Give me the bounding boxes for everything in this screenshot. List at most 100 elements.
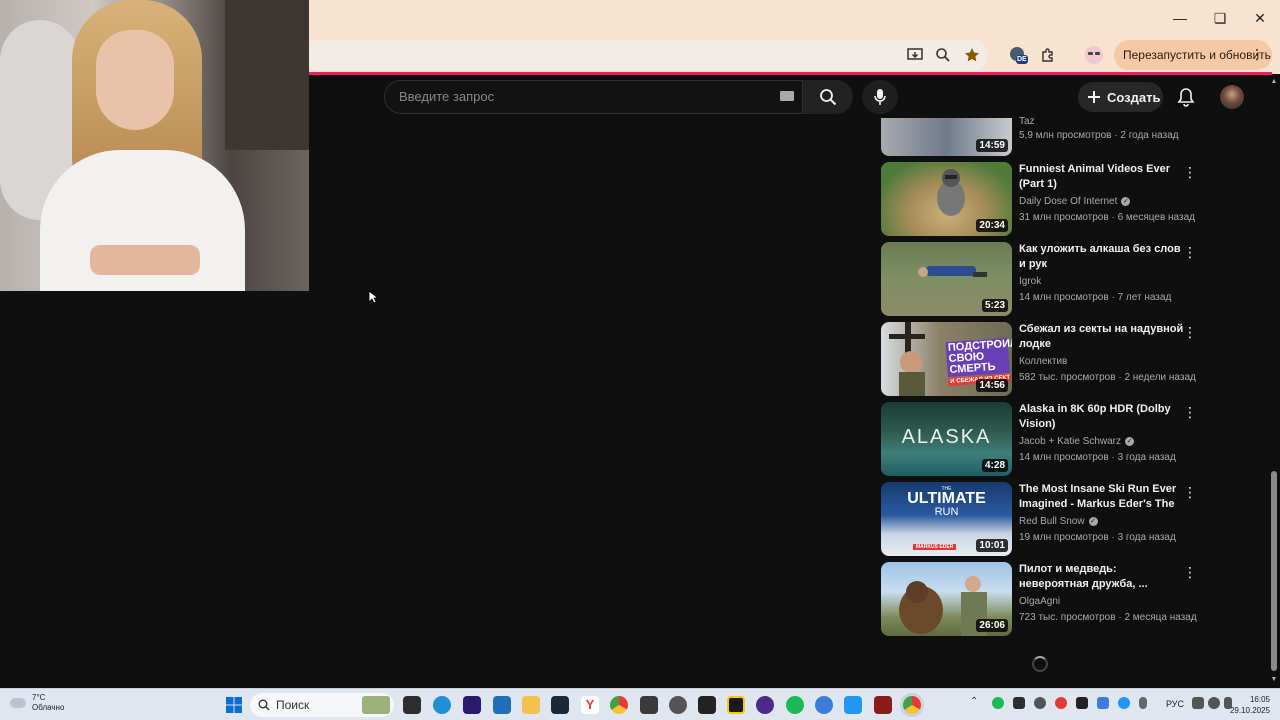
video-menu-icon[interactable]: ⋮ [1183,164,1197,180]
bookmark-star-icon[interactable] [962,45,982,65]
close-icon[interactable]: ✕ [1250,8,1270,28]
list-item[interactable]: 5:23 Как уложить алкаша без слов и рук I… [881,242,1201,318]
chrome-profile-icon[interactable] [815,696,833,714]
profile-avatar-icon[interactable] [1084,45,1104,65]
page-scrollbar[interactable]: ▲ ▼ [1268,76,1280,688]
scroll-down-icon[interactable]: ▼ [1270,676,1278,684]
video-title[interactable]: Пилот и медведь: невероятная дружба, ... [1019,562,1184,592]
editor-app-icon[interactable] [727,696,745,714]
related-videos-list: 20:34 Funniest Animal Videos Ever (Part … [881,118,1201,678]
system-clock[interactable]: 16:05 29.10.2025 [1230,694,1270,716]
video-thumbnail[interactable]: 20:34 [881,162,1012,236]
minimize-icon[interactable]: — [1170,8,1190,28]
more-menu-icon[interactable]: ⋮ [1250,46,1264,63]
language-indicator[interactable]: РУС [1166,699,1184,709]
camera-app-icon[interactable] [844,696,862,714]
list-item[interactable]: ПОДСТРОИЛ СВОЮ СМЕРТЬ И СБЕЖАЛ ИЗ СЕКТЫ … [881,322,1201,398]
video-channel[interactable]: OlgaAgni [1019,595,1060,608]
tray-chrome-icon[interactable] [1055,697,1067,709]
scroll-up-icon[interactable]: ▲ [1270,78,1278,86]
search-button[interactable] [803,80,853,114]
video-channel-row: Коллектив [1019,355,1184,368]
video-channel[interactable]: Igrok [1019,275,1041,288]
tray-overflow-icon[interactable]: ⌃ [970,696,978,707]
shield-app-icon[interactable] [640,696,658,714]
yandex-icon[interactable]: Y [581,696,599,714]
search-input[interactable]: Введите запрос [399,89,494,104]
task-view-icon[interactable] [403,696,421,714]
volume-icon[interactable] [1208,697,1220,709]
network-icon[interactable] [1192,697,1204,709]
search-icon [820,89,837,106]
tray-steam-icon[interactable] [1076,697,1088,709]
extension-vpn-icon[interactable]: DE [1008,45,1028,65]
video-thumbnail[interactable]: THE ULTIMATE RUN MARKUS EDER 10:01 [881,482,1012,556]
list-item[interactable]: ALASKA 4:28 Alaska in 8K 60p HDR (Dolby … [881,402,1201,478]
video-channel[interactable]: Jacob + Katie Schwarz [1019,435,1121,448]
windows-taskbar: 7°C Облачно Поиск Y ⌃ РУС 16:05 29.10.20… [0,688,1280,720]
video-title[interactable]: Funniest Animal Videos Ever (Part 1) [1019,162,1184,192]
video-title[interactable]: Alaska in 8K 60p HDR (Dolby Vision) [1019,402,1184,432]
capcut-icon[interactable] [698,696,716,714]
weather-temp: 7°C [32,693,46,702]
chrome-active-icon[interactable] [903,696,921,714]
search-icon [258,699,270,711]
scrollbar-thumb[interactable] [1271,471,1277,671]
steam-icon[interactable] [551,696,569,714]
video-channel[interactable]: Коллектив [1019,355,1067,368]
windows-logo-icon [226,697,242,713]
video-thumbnail[interactable]: 5:23 [881,242,1012,316]
microphone-tray-icon[interactable] [1139,697,1147,709]
video-duration: 14:56 [976,379,1008,392]
extensions-puzzle-icon[interactable] [1038,45,1058,65]
account-avatar[interactable] [1220,85,1244,109]
spotify-icon[interactable] [786,696,804,714]
video-channel[interactable]: Daily Dose Of Internet [1019,195,1117,208]
video-thumbnail[interactable]: ПОДСТРОИЛ СВОЮ СМЕРТЬ И СБЕЖАЛ ИЗ СЕКТЫ … [881,322,1012,396]
video-title[interactable]: Как уложить алкаша без слов и рук [1019,242,1184,272]
webcam-overlay [0,0,309,291]
tray-app-icon[interactable] [1034,697,1046,709]
create-button[interactable]: Создать [1078,82,1163,112]
video-title[interactable]: Сбежал из секты на надувной лодке [1019,322,1184,352]
tray-spotify-icon[interactable] [992,697,1004,709]
video-views: 14 млн просмотров · 3 года назад [1019,452,1176,463]
install-app-icon[interactable] [905,45,925,65]
weather-widget[interactable]: 7°C Облачно [10,693,64,713]
file-explorer-icon[interactable] [522,696,540,714]
premiere-icon[interactable] [463,696,481,714]
bluetooth-icon[interactable] [1118,697,1130,709]
list-item[interactable]: 26:06 Пилот и медведь: невероятная дружб… [881,562,1201,638]
keyboard-icon[interactable] [780,91,794,101]
video-menu-icon[interactable]: ⋮ [1183,244,1197,260]
chrome-icon[interactable] [610,696,628,714]
search-box[interactable]: Введите запрос [384,80,803,114]
start-button[interactable] [226,697,242,713]
video-menu-icon[interactable]: ⋮ [1183,404,1197,420]
address-bar[interactable] [300,40,988,70]
restore-icon[interactable]: ❏ [1210,8,1230,28]
video-thumbnail[interactable]: ALASKA 4:28 [881,402,1012,476]
voice-search-button[interactable] [862,80,898,114]
video-title[interactable]: The Most Insane Ski Run Ever Imagined - … [1019,482,1184,512]
loading-spinner [1032,656,1048,672]
obs-icon[interactable] [669,696,687,714]
tray-network-app-icon[interactable] [1097,697,1109,709]
list-item[interactable]: 20:34 Funniest Animal Videos Ever (Part … [881,162,1201,238]
video-channel[interactable]: Red Bull Snow [1019,515,1085,528]
video-menu-icon[interactable]: ⋮ [1183,484,1197,500]
thumbnail-overlay-text: MARKUS EDER [913,544,957,550]
store-icon[interactable] [493,696,511,714]
security-app-icon[interactable] [874,696,892,714]
video-menu-icon[interactable]: ⋮ [1183,324,1197,340]
video-thumbnail[interactable]: 26:06 [881,562,1012,636]
relaunch-update-button[interactable]: Перезапустить и обновить ⋮ [1114,40,1272,70]
taskbar-search[interactable]: Поиск [250,693,394,717]
edge-browser-icon[interactable] [433,696,451,714]
app-circle-icon[interactable] [756,696,774,714]
notifications-bell-icon[interactable] [1175,86,1197,108]
video-menu-icon[interactable]: ⋮ [1183,564,1197,580]
zoom-icon[interactable] [933,45,953,65]
list-item[interactable]: THE ULTIMATE RUN MARKUS EDER 10:01 The M… [881,482,1201,558]
tray-nvidia-icon[interactable] [1013,697,1025,709]
